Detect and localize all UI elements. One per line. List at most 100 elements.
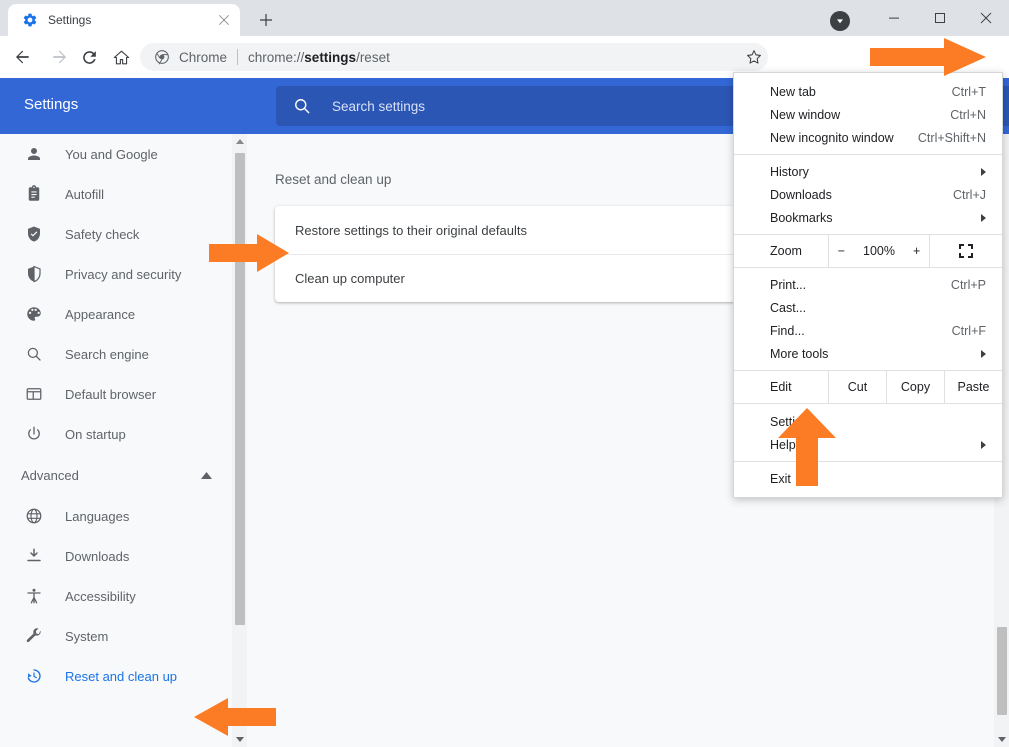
url-prefix: chrome:// (248, 49, 305, 65)
menu-item-label: Find... (770, 323, 805, 338)
home-icon (113, 50, 129, 64)
close-window-button[interactable] (963, 0, 1009, 36)
new-tab-button[interactable] (252, 8, 280, 32)
submenu-arrow-icon (981, 349, 986, 358)
scroll-up-arrow-icon[interactable] (232, 134, 247, 149)
sidebar-item-safety-check[interactable]: Safety check (0, 214, 232, 254)
maximize-icon (935, 13, 945, 23)
maximize-button[interactable] (917, 0, 963, 36)
sidebar-item-label: Accessibility (65, 588, 136, 604)
star-icon (747, 50, 761, 64)
zoom-label: Zoom (770, 244, 802, 258)
history-restore-icon (24, 666, 44, 686)
sidebar-item-label: Autofill (65, 186, 105, 202)
menu-item-new-tab[interactable]: New tab Ctrl+T (734, 80, 1002, 103)
tab-close-icon[interactable] (216, 12, 232, 28)
menu-item-history[interactable]: History (734, 160, 1002, 183)
menu-item-exit[interactable]: Exit (734, 467, 1002, 490)
forward-button[interactable] (44, 41, 76, 73)
fullscreen-button[interactable] (929, 235, 1002, 267)
address-bar[interactable]: Chrome chrome://settings/reset (140, 43, 768, 71)
menu-item-find[interactable]: Find... Ctrl+F (734, 319, 1002, 342)
sidebar-item-languages[interactable]: Languages (0, 496, 232, 536)
arrow-to-settings-menu-item (778, 408, 836, 486)
reload-button[interactable] (73, 41, 105, 73)
sidebar-item-downloads[interactable]: Downloads (0, 536, 232, 576)
shield-check-icon (24, 224, 44, 244)
paste-button[interactable]: Paste (944, 371, 1002, 403)
row-label: Restore settings to their original defau… (295, 222, 527, 238)
menu-item-label: More tools (770, 346, 829, 361)
back-arrow-icon (16, 50, 29, 64)
menu-item-accelerator: Ctrl+N (950, 107, 986, 122)
sidebar-item-appearance[interactable]: Appearance (0, 294, 232, 334)
menu-item-label: Downloads (770, 187, 832, 202)
page-scroll-down-arrow-icon[interactable] (994, 732, 1009, 747)
settings-sidebar: You and Google Autofill Safety check Pri… (0, 134, 232, 747)
menu-item-label: Print... (770, 277, 807, 292)
menu-item-cast[interactable]: Cast... (734, 296, 1002, 319)
menu-item-new-incognito-window[interactable]: New incognito window Ctrl+Shift+N (734, 126, 1002, 149)
page-scrollbar-thumb[interactable] (997, 627, 1007, 715)
menu-item-downloads[interactable]: Downloads Ctrl+J (734, 183, 1002, 206)
menu-item-more-tools[interactable]: More tools (734, 342, 1002, 365)
chrome-browser-window: Settings Chrome chrome://settings/reset … (0, 0, 1009, 747)
menu-item-settings[interactable]: Settings (734, 410, 1002, 433)
copy-button[interactable]: Copy (886, 371, 944, 403)
sidebar-item-accessibility[interactable]: Accessibility (0, 576, 232, 616)
sidebar-item-label: System (65, 628, 109, 644)
cut-button[interactable]: Cut (828, 371, 886, 403)
globe-icon (24, 506, 44, 526)
arrow-to-reset-and-clean-up-nav (194, 698, 276, 736)
download-indicator-badge[interactable] (830, 11, 850, 31)
edit-label: Edit (770, 380, 792, 394)
submenu-arrow-icon (981, 440, 986, 449)
menu-item-print[interactable]: Print... Ctrl+P (734, 273, 1002, 296)
close-icon (980, 12, 992, 24)
sidebar-item-you-and-google[interactable]: You and Google (0, 134, 232, 174)
sidebar-item-search-engine[interactable]: Search engine (0, 334, 232, 374)
plus-icon (260, 14, 272, 26)
back-button[interactable] (6, 41, 38, 73)
menu-item-help[interactable]: Help (734, 433, 1002, 456)
sidebar-item-reset-and-clean-up[interactable]: Reset and clean up (0, 656, 232, 696)
menu-item-label: New window (770, 107, 841, 122)
zoom-level: 100% (863, 244, 895, 258)
menu-edit-row: Edit Cut Copy Paste (734, 370, 1002, 404)
browser-window-icon (24, 384, 44, 404)
url-bold-segment: settings (304, 49, 357, 65)
magnifier-icon (24, 344, 44, 364)
sidebar-scrollbar[interactable] (232, 134, 247, 747)
sidebar-advanced-toggle[interactable]: Advanced (0, 454, 232, 496)
zoom-out-button[interactable]: − (838, 244, 845, 258)
forward-arrow-icon (53, 50, 66, 64)
menu-item-new-window[interactable]: New window Ctrl+N (734, 103, 1002, 126)
sidebar-item-autofill[interactable]: Autofill (0, 174, 232, 214)
tab-title: Settings (48, 13, 92, 27)
advanced-label: Advanced (21, 467, 79, 483)
download-icon (24, 546, 44, 566)
power-icon (24, 424, 44, 444)
zoom-controls: − 100% + (828, 235, 929, 267)
sidebar-item-privacy-and-security[interactable]: Privacy and security (0, 254, 232, 294)
menu-item-bookmarks[interactable]: Bookmarks (734, 206, 1002, 229)
minimize-button[interactable] (871, 0, 917, 36)
home-button[interactable] (105, 41, 137, 73)
menu-item-accelerator: Ctrl+P (950, 277, 986, 292)
submenu-arrow-icon (981, 167, 986, 176)
sidebar-item-default-browser[interactable]: Default browser (0, 374, 232, 414)
menu-item-label: New incognito window (770, 130, 894, 145)
sidebar-item-label: Privacy and security (65, 266, 182, 282)
sidebar-scrollbar-thumb[interactable] (235, 153, 245, 625)
search-icon (295, 99, 310, 114)
zoom-in-button[interactable]: + (913, 244, 920, 258)
page-title: Settings (24, 96, 79, 113)
sidebar-item-on-startup[interactable]: On startup (0, 414, 232, 454)
download-chevron-icon (837, 19, 843, 24)
gear-icon (23, 13, 37, 27)
browser-tab-settings[interactable]: Settings (8, 4, 240, 36)
sidebar-item-system[interactable]: System (0, 616, 232, 656)
chevron-up-icon (201, 466, 212, 484)
bookmark-button[interactable] (742, 45, 766, 69)
window-titlebar: Settings (0, 0, 1009, 36)
